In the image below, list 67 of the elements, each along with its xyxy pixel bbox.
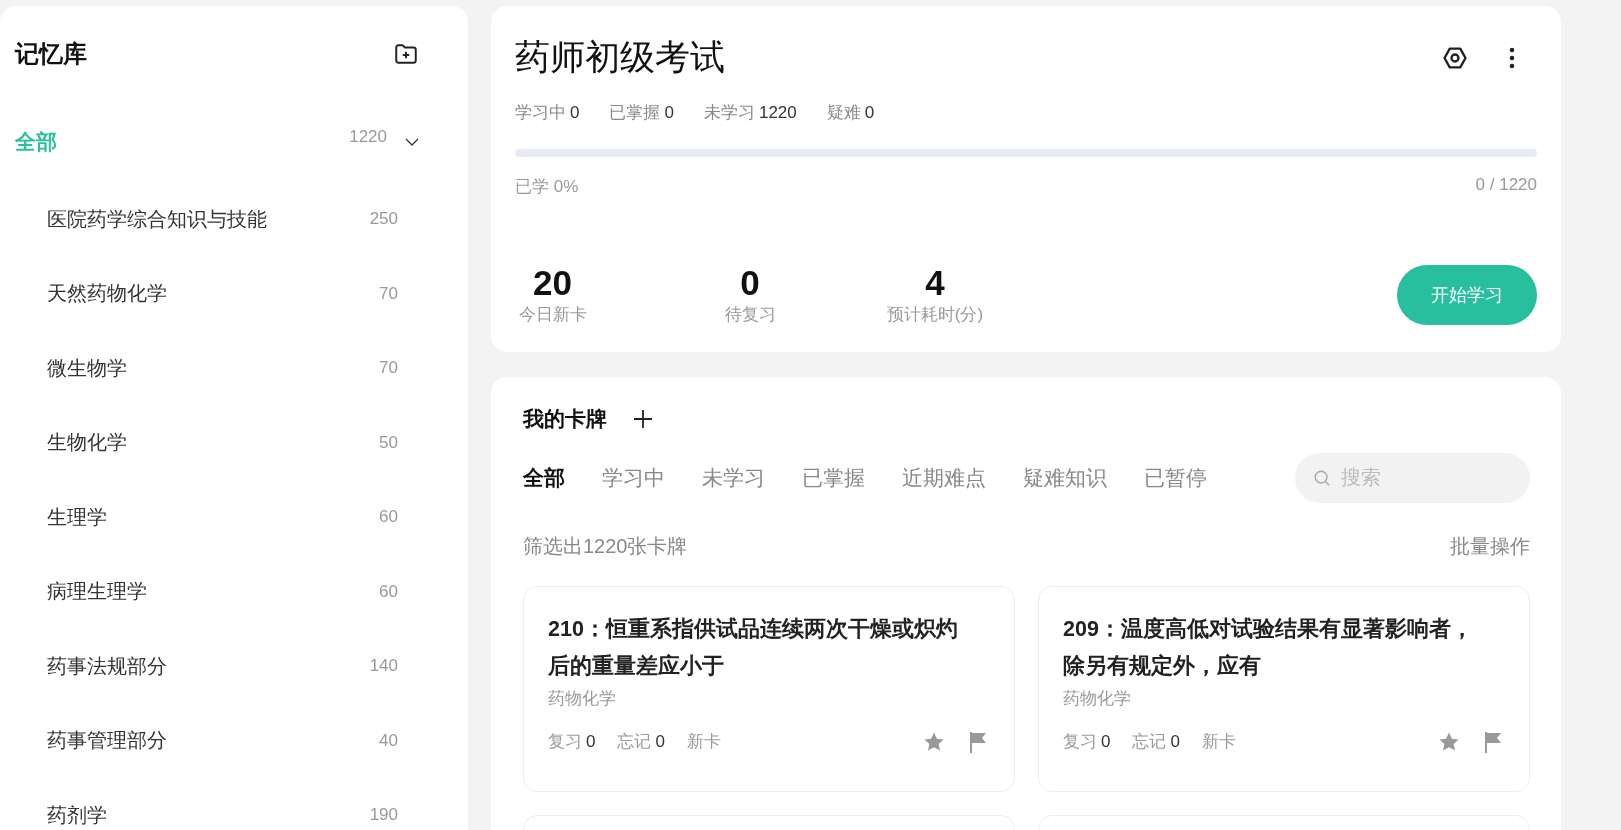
card-stat-label: 复习: [1063, 732, 1097, 751]
stat-value: 0: [864, 103, 875, 122]
flashcard[interactable]: 210：恒重系指供试品连续两次干燥或炽灼后的重量差应小于 药物化学 复习 0 忘记 0 新卡: [523, 585, 1015, 792]
filter-summary: 筛选出1220张卡牌: [523, 533, 688, 559]
add-folder-icon[interactable]: [393, 41, 419, 67]
filter-tab[interactable]: 学习中: [602, 463, 665, 492]
progress-reading: 0 / 1220: [1475, 175, 1537, 196]
tree-item[interactable]: 医院药学综合知识与技能: [47, 205, 370, 233]
deck-title: 药师初级考试: [515, 36, 725, 78]
item-count: 1220: [349, 127, 387, 147]
stat-value: 0: [664, 103, 674, 122]
item-count: 140: [369, 656, 398, 677]
search-icon: [1313, 468, 1331, 487]
card-status: 新卡: [686, 731, 721, 753]
item-count: 70: [379, 283, 398, 304]
flashcard[interactable]: 209：温度高低对试验结果有显著影响者，除另有规定外，应有 药物化学 复习 0 忘记 0 新卡: [1038, 585, 1530, 792]
tree-item[interactable]: 微生物学: [47, 354, 380, 382]
batch-action-link[interactable]: 批量操作: [1450, 532, 1530, 560]
summary-label: 今日新卡: [518, 303, 587, 326]
stat-value: 0: [570, 103, 580, 122]
card-stat-label: 忘记: [617, 732, 652, 751]
summary-value: 0: [740, 264, 760, 303]
item-count: 60: [379, 507, 398, 528]
progress-label: 已学 0%: [515, 176, 579, 198]
filter-tab[interactable]: 未学习: [702, 463, 765, 492]
add-icon[interactable]: [633, 408, 653, 429]
card-stat-label: 复习: [548, 732, 582, 751]
item-count: 190: [369, 805, 398, 826]
summary-label: 待复习: [724, 303, 776, 326]
stat-label: 已掌握: [609, 103, 661, 122]
filter-tab[interactable]: 已暂停: [1144, 463, 1207, 492]
filter-tab[interactable]: 近期难点: [902, 463, 986, 492]
card-stat-value: 0: [655, 732, 665, 751]
tree-item[interactable]: 生理学: [47, 503, 380, 531]
card-category: 药物化学: [548, 687, 617, 710]
filter-tab[interactable]: 疑难知识: [1023, 463, 1107, 492]
card-category: 药物化学: [1063, 687, 1132, 710]
card-stat-value: 0: [586, 732, 596, 751]
tree-item[interactable]: 药事法规部分: [47, 652, 370, 680]
summary-label: 预计耗时(分): [886, 303, 984, 326]
panel-title: 我的卡牌: [523, 405, 607, 432]
filter-tab[interactable]: 全部: [523, 463, 565, 492]
tree-item[interactable]: 生物化学: [47, 429, 380, 457]
summary-value: 4: [925, 264, 945, 303]
item-count: 250: [369, 209, 398, 230]
card-stat-value: 0: [1170, 732, 1180, 751]
tree-item[interactable]: 药事管理部分: [47, 727, 380, 755]
tree-item[interactable]: 病理生理学: [47, 578, 380, 606]
stat-value: 1220: [758, 103, 797, 122]
tree-item[interactable]: 药剂学: [47, 801, 370, 829]
item-count: 40: [379, 730, 398, 751]
stat-label: 疑难: [826, 103, 861, 122]
stat-label: 未学习: [703, 103, 755, 122]
card-question: 210：恒重系指供试品连续两次干燥或炽灼后的重量差应小于: [548, 615, 959, 680]
chevron-icon[interactable]: [405, 138, 419, 146]
filter-tab[interactable]: 已掌握: [802, 463, 865, 492]
item-count: 70: [379, 358, 398, 379]
card-question: 209：温度高低对试验结果有显著影响者，除另有规定外，应有: [1063, 615, 1474, 680]
card-stat-label: 忘记: [1132, 732, 1167, 751]
card-stat-value: 0: [1101, 732, 1111, 751]
item-count: 60: [379, 581, 398, 602]
stat-label: 学习中: [515, 103, 566, 122]
tree-item[interactable]: 天然药物化学: [47, 280, 380, 308]
summary-value: 20: [533, 264, 572, 303]
item-count: 50: [379, 432, 398, 453]
card-status: 新卡: [1201, 731, 1236, 753]
sidebar-title: 记忆库: [15, 39, 87, 69]
